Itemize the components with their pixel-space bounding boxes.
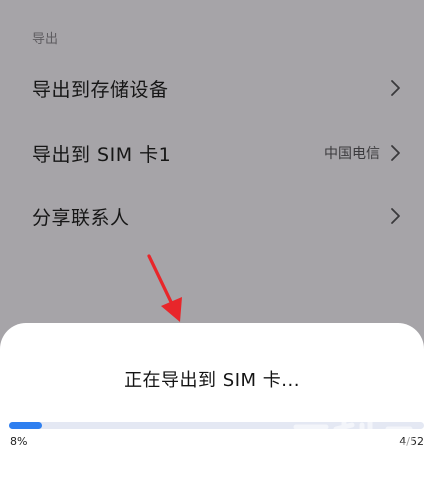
menu-item-export-to-storage[interactable]: 导出到存储设备 [0, 58, 424, 118]
progress-percent: 8% [10, 435, 28, 448]
chevron-right-icon [391, 145, 400, 161]
red-arrow-down-icon [147, 254, 182, 322]
chevron-right-icon [391, 80, 400, 96]
menu-item-export-to-sim1[interactable]: 导出到 SIM 卡1 中国电信 [0, 123, 424, 183]
menu-item-label: 分享联系人 [32, 206, 130, 229]
sim-carrier-label: 中国电信 [324, 146, 380, 162]
watermark-logo [293, 418, 413, 468]
progress-fill [9, 422, 43, 429]
chevron-right-icon [391, 208, 400, 224]
menu-item-label: 导出到存储设备 [32, 78, 169, 101]
menu-item-share-contacts[interactable]: 分享联系人 [0, 186, 424, 246]
menu-item-label: 导出到 SIM 卡1 [32, 143, 172, 166]
section-header: 导出 [32, 32, 59, 47]
dialog-title: 正在导出到 SIM 卡... [124, 370, 300, 391]
